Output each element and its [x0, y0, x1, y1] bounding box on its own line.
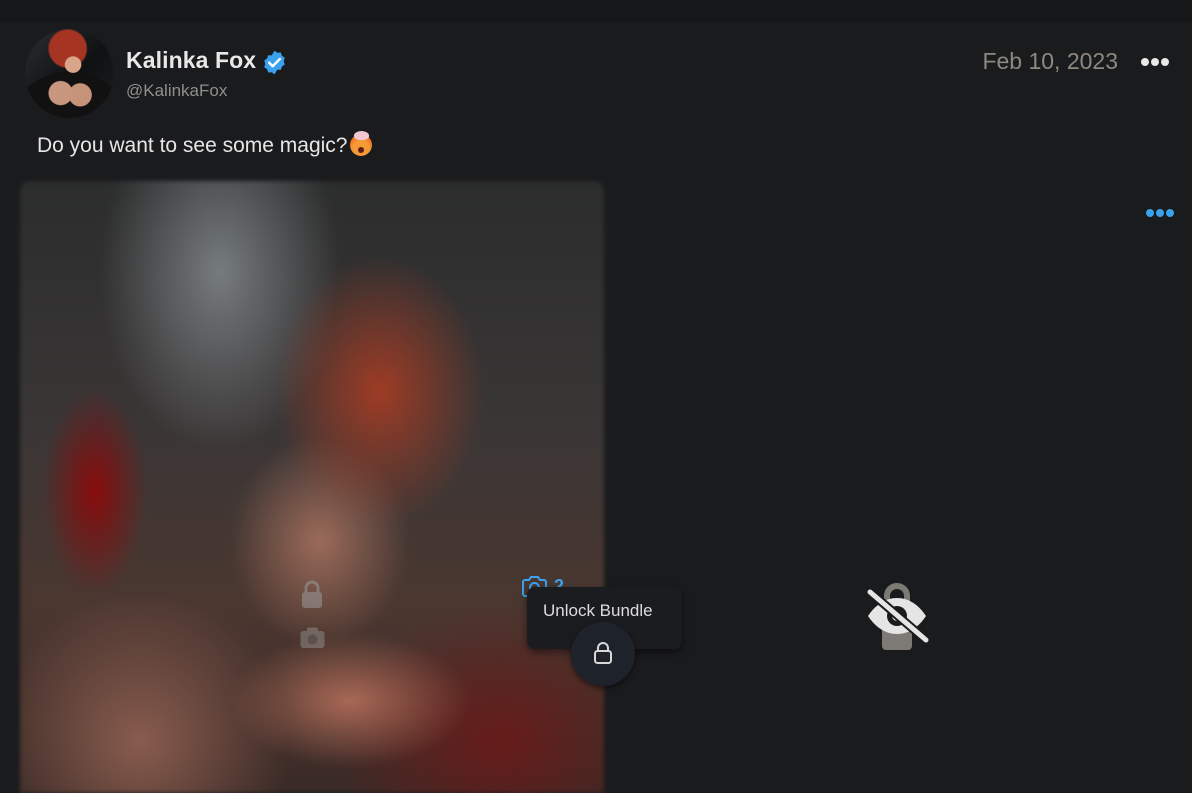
locked-media-preview[interactable] [20, 181, 604, 793]
exploding-head-emoji-icon [349, 131, 372, 156]
unlock-bundle-label: Unlock Bundle [543, 601, 653, 620]
post-text-content: Do you want to see some magic? [37, 134, 348, 157]
eye-off-icon [865, 583, 930, 650]
dot-icon [1166, 209, 1174, 217]
lock-icon [594, 642, 612, 664]
dot-icon [1161, 58, 1169, 66]
dot-icon [1141, 58, 1149, 66]
post-text: Do you want to see some magic? [37, 131, 372, 158]
camera-icon [300, 627, 325, 648]
author-handle[interactable]: @KalinkaFox [126, 81, 227, 101]
media-more-options-icon[interactable] [1146, 207, 1176, 219]
lock-icon [302, 580, 322, 608]
post-date: Feb 10, 2023 [982, 48, 1118, 74]
unlock-bundle-button[interactable] [571, 622, 635, 686]
author-name[interactable]: Kalinka Fox [126, 47, 256, 74]
more-options-icon[interactable] [1141, 56, 1171, 68]
avatar[interactable] [25, 29, 114, 118]
dot-icon [1146, 209, 1154, 217]
verified-badge-icon [264, 50, 285, 75]
top-strip [0, 0, 1192, 23]
dot-icon [1151, 58, 1159, 66]
dot-icon [1156, 209, 1164, 217]
